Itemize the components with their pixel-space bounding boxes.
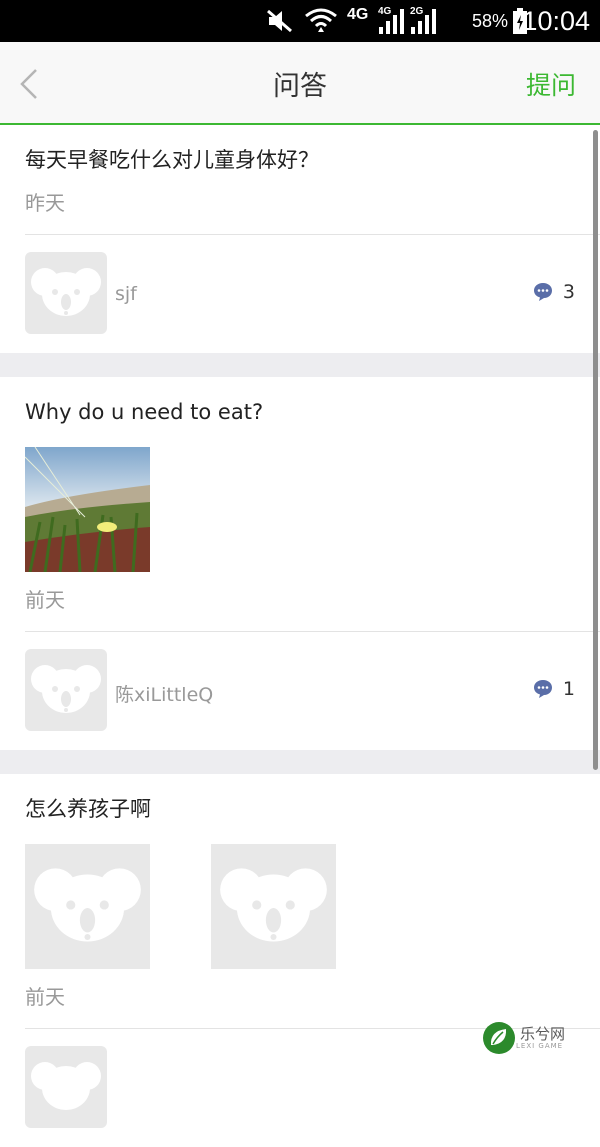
koala-avatar-icon: [31, 268, 101, 316]
author-name[interactable]: sjf: [115, 283, 137, 305]
card-separator: [0, 750, 600, 774]
watermark-text: 乐兮网: [520, 1025, 566, 1043]
question-feed: 每天早餐吃什么对儿童身体好？ 昨天 sjf 3 Why do u need to…: [0, 125, 600, 1147]
wifi-icon: [304, 0, 338, 42]
question-photo[interactable]: [25, 844, 150, 969]
koala-placeholder-icon: [220, 868, 327, 942]
question-photo[interactable]: [25, 447, 150, 572]
koala-avatar-icon: [31, 665, 101, 713]
comment-count: 3: [562, 281, 575, 303]
watermark-subtext: LEXI GAME: [516, 1042, 564, 1050]
comment-count: 1: [562, 678, 575, 700]
comment-bubble-icon: [533, 680, 552, 698]
status-bar: 4G 4G 2G 58% 10:04: [0, 0, 600, 42]
landscape-photo: [25, 447, 150, 572]
question-card[interactable]: Why do u need to eat? 前天 陈xiLittleQ 1: [0, 377, 600, 750]
comment-count-button[interactable]: 3: [533, 281, 575, 303]
card-separator: [0, 353, 600, 377]
question-photo[interactable]: [211, 844, 336, 969]
scrollbar[interactable]: [593, 130, 598, 770]
question-title[interactable]: Why do u need to eat?: [0, 377, 600, 427]
photo-row: [0, 824, 600, 969]
question-title[interactable]: 每天早餐吃什么对儿童身体好？: [0, 125, 600, 175]
comment-count-button[interactable]: 1: [533, 678, 575, 700]
author-name[interactable]: 陈xiLittleQ: [115, 680, 213, 707]
clock: 10:04: [522, 5, 590, 36]
comment-bubble-icon: [533, 283, 552, 301]
network-type-a: 4G: [347, 6, 369, 23]
site-watermark: 乐兮网 LEXI GAME: [482, 1017, 592, 1059]
leaf-logo-icon: [483, 1022, 515, 1054]
network-type-c: 2G: [410, 5, 424, 17]
battery-percent: 58%: [471, 10, 508, 31]
photo-row: [0, 427, 600, 572]
mute-icon: [265, 0, 295, 42]
question-card[interactable]: 怎么养孩子啊 前天: [0, 774, 600, 1147]
koala-avatar-icon: [31, 1062, 101, 1110]
koala-placeholder-icon: [34, 868, 141, 942]
question-card[interactable]: 每天早餐吃什么对儿童身体好？ 昨天 sjf 3: [0, 125, 600, 353]
nav-header: 问答 提问: [0, 42, 600, 125]
ask-question-button[interactable]: 提问: [526, 66, 576, 102]
page-title: 问答: [273, 71, 327, 102]
author-row: 陈xiLittleQ 1: [0, 632, 600, 750]
author-row: sjf 3: [0, 235, 600, 353]
avatar[interactable]: [25, 252, 107, 334]
question-time: 前天: [25, 588, 65, 612]
question-title[interactable]: 怎么养孩子啊: [0, 774, 600, 824]
avatar[interactable]: [25, 649, 107, 731]
avatar[interactable]: [25, 1046, 107, 1128]
question-time: 昨天: [25, 191, 65, 215]
question-time: 前天: [25, 985, 65, 1009]
network-type-b: 4G: [378, 5, 392, 17]
